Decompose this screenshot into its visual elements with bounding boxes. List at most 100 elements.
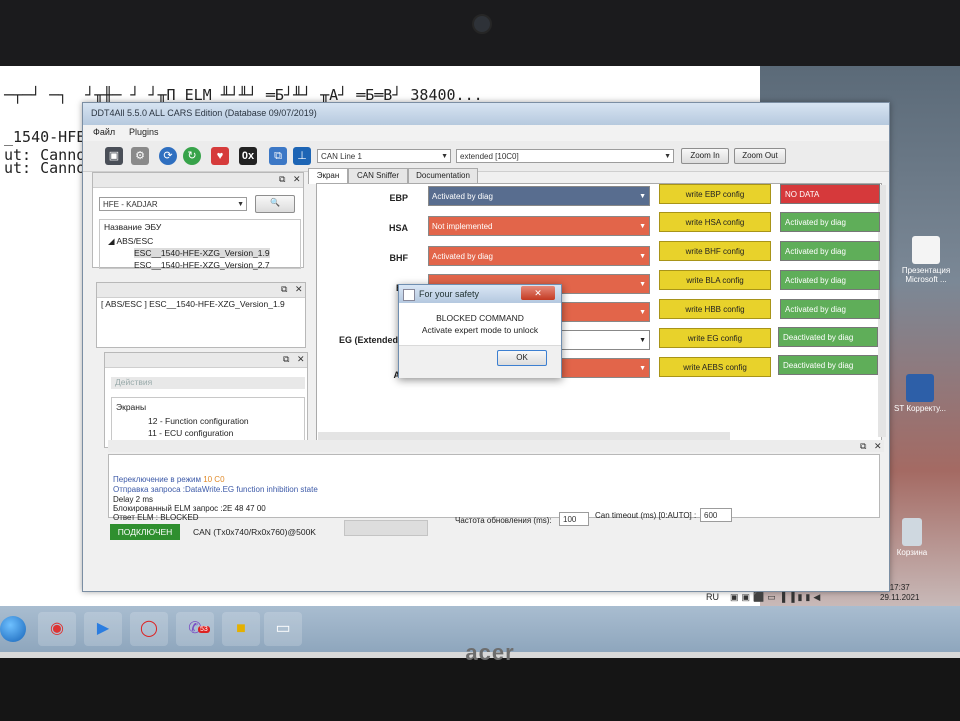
selected-ecu-panel: ⧉ ✕ [ ABS/ESC ] ESC__1540-HFE-XZG_Versio… — [96, 282, 306, 348]
menubar: Файл Plugins — [83, 125, 889, 141]
log-text: Отправка запроса :DataWrite.EG function … — [113, 485, 318, 494]
zoom-out-button[interactable]: Zoom Out — [734, 148, 786, 164]
connect-icon[interactable]: ↻ — [183, 147, 201, 165]
opera-taskbar-icon[interactable]: ◯ — [130, 612, 168, 646]
vehicle-select[interactable]: HFE - KADJAR ▼ — [99, 197, 247, 211]
connection-status-badge: ПОДКЛЮЧЕН — [110, 524, 180, 540]
close-icon[interactable]: ✕ — [295, 284, 303, 295]
float-panel-icon[interactable]: ⧉ — [279, 174, 285, 185]
state-select-hsa[interactable]: Not implemented ▼ — [428, 216, 650, 236]
app-taskbar-icon[interactable]: ■ — [222, 612, 260, 646]
state-value: Not implemented — [432, 222, 493, 231]
state-select-ebp[interactable]: Activated by diag ▼ — [428, 186, 650, 206]
can-info: CAN (Tx0x740/Rx0x760)@500K — [193, 527, 316, 537]
ok-button[interactable]: OK — [497, 350, 547, 366]
status-bla: Activated by diag — [780, 270, 880, 290]
horizontal-scrollbar[interactable] — [318, 432, 730, 440]
status-hsa: Activated by diag — [780, 212, 880, 232]
float-panel-icon[interactable]: ⧉ — [281, 284, 287, 295]
tree-item[interactable]: ESC__1540-HFE-XZG_Version_2.7 — [134, 260, 270, 270]
write-hsa-button[interactable]: write HSA config — [659, 212, 771, 232]
panel-header: ⧉ ✕ — [93, 173, 303, 188]
row-label-eg: EG (Extended — [338, 335, 398, 345]
menu-file[interactable]: Файл — [93, 127, 115, 137]
search-ecu-button[interactable]: 🔍 — [255, 195, 295, 213]
chevron-down-icon: ▼ — [639, 253, 646, 260]
write-bhf-button[interactable]: write BHF config — [659, 241, 771, 261]
write-ebp-button[interactable]: write EBP config — [659, 184, 771, 204]
status-ebp: NO DATA — [780, 184, 880, 204]
monitor-bezel-bottom — [0, 658, 960, 721]
session-mode-select[interactable]: extended [10C0] ▼ — [456, 149, 674, 163]
video-icon: ▶ — [96, 620, 110, 637]
tab-can-sniffer[interactable]: CAN Sniffer — [348, 168, 408, 183]
write-aebs-button[interactable]: write AEBS config — [659, 357, 771, 377]
tree-group[interactable]: ◢ ABS/ESC — [108, 236, 153, 247]
chevron-down-icon: ▼ — [441, 153, 448, 160]
start-button[interactable] — [0, 616, 26, 642]
close-icon[interactable]: ✕ — [293, 174, 301, 185]
scan-icon[interactable]: ▣ — [105, 147, 123, 165]
refresh-rate-input[interactable]: 100 — [559, 512, 589, 526]
dialog-titlebar[interactable]: For your safety ✕ — [399, 285, 561, 303]
tab-screen[interactable]: Экран — [308, 168, 348, 184]
screen-item[interactable]: 11 - ECU configuration — [148, 428, 233, 438]
progress-bar — [344, 520, 428, 536]
video-taskbar-icon[interactable]: ▶ — [84, 612, 122, 646]
dialog-message: Activate expert mode to unlock — [421, 325, 539, 335]
chrome-taskbar-icon[interactable]: ◉ — [38, 612, 76, 646]
system-tray[interactable]: ▣▣⬛▭▐▐▮▮◀ — [730, 592, 823, 603]
tree-header: Название ЭБУ — [104, 222, 162, 232]
write-hbb-button[interactable]: write HBB config — [659, 299, 771, 319]
zoom-in-button[interactable]: Zoom In — [681, 148, 729, 164]
screen-item[interactable]: 12 - Function configuration — [148, 416, 249, 426]
plug-icon[interactable]: ⊥ — [293, 147, 311, 165]
menu-plugins[interactable]: Plugins — [129, 127, 159, 137]
log-text: Переключение в режим — [113, 475, 204, 484]
log-text: Ответ ELM : BLOCKED — [113, 513, 199, 522]
keyboard-language[interactable]: RU — [706, 592, 719, 602]
status-hbb: Activated by diag — [780, 299, 880, 319]
dialog-close-button[interactable]: ✕ — [521, 286, 555, 300]
row-label-hbb: HI — [318, 312, 408, 322]
log-line: Блокированный ELM запрос :2E 48 47 00 — [113, 504, 266, 513]
taskbar-clock[interactable]: 17:37 29.11.2021 — [880, 583, 919, 603]
write-bla-button[interactable]: write BLA config — [659, 270, 771, 290]
desktop-icon-label: ST Корректу... — [894, 404, 946, 413]
refresh-icon[interactable]: ⟳ — [159, 147, 177, 165]
window-taskbar-icon[interactable]: ▭ — [264, 612, 302, 646]
close-icon[interactable]: ✕ — [874, 441, 882, 452]
tree-item[interactable]: ESC__1540-HFE-XZG_Version_1.9 — [134, 248, 270, 258]
notification-badge: 53 — [198, 626, 210, 633]
chevron-down-icon: ▼ — [664, 153, 671, 160]
search-icon: 🔍 — [270, 198, 280, 207]
state-value: Activated by diag — [432, 192, 493, 201]
selected-ecu-label[interactable]: [ ABS/ESC ] ESC__1540-HFE-XZG_Version_1.… — [101, 299, 285, 309]
window-titlebar[interactable]: DDT4All 5.5.0 ALL CARS Edition (Database… — [83, 103, 889, 125]
webcam-icon — [472, 14, 492, 34]
row-label-aebs: A — [393, 370, 401, 380]
log-value: 10 C0 — [203, 475, 225, 484]
timeout-input[interactable]: 600 — [700, 508, 732, 522]
hex-mode-icon[interactable]: 0x — [239, 147, 257, 165]
chrome-icon: ◉ — [50, 620, 64, 637]
float-panel-icon[interactable]: ⧉ — [283, 354, 289, 365]
desktop-icon-st[interactable]: ST Корректу... — [890, 374, 950, 413]
heartbeat-icon[interactable]: ♥ — [211, 147, 229, 165]
log-panel-header: ⧉ ✕ — [108, 440, 884, 452]
can-line-select[interactable]: CAN Line 1 ▼ — [317, 149, 451, 163]
desktop-icon-recycle-bin[interactable]: Корзина — [882, 518, 942, 557]
actions-header: Действия — [111, 377, 305, 389]
status-eg: Deactivated by diag — [778, 327, 878, 347]
desktop-icon-label: Презентация Microsoft ... — [901, 266, 951, 284]
state-select-bhf[interactable]: Activated by diag ▼ — [428, 246, 650, 266]
close-icon[interactable]: ✕ — [297, 354, 305, 365]
tray-icon: ▣▣⬛▭▐▐▮▮◀ — [730, 592, 824, 602]
chevron-down-icon: ▼ — [639, 309, 646, 316]
desktop-icon-presentation[interactable]: Презентация Microsoft ... — [896, 236, 956, 284]
float-panel-icon[interactable]: ⧉ — [860, 441, 866, 452]
tab-documentation[interactable]: Documentation — [408, 168, 478, 183]
write-eg-button[interactable]: write EG config — [659, 328, 771, 348]
network-icon[interactable]: ⧉ — [269, 147, 287, 165]
settings-icon[interactable]: ⚙ — [131, 147, 149, 165]
